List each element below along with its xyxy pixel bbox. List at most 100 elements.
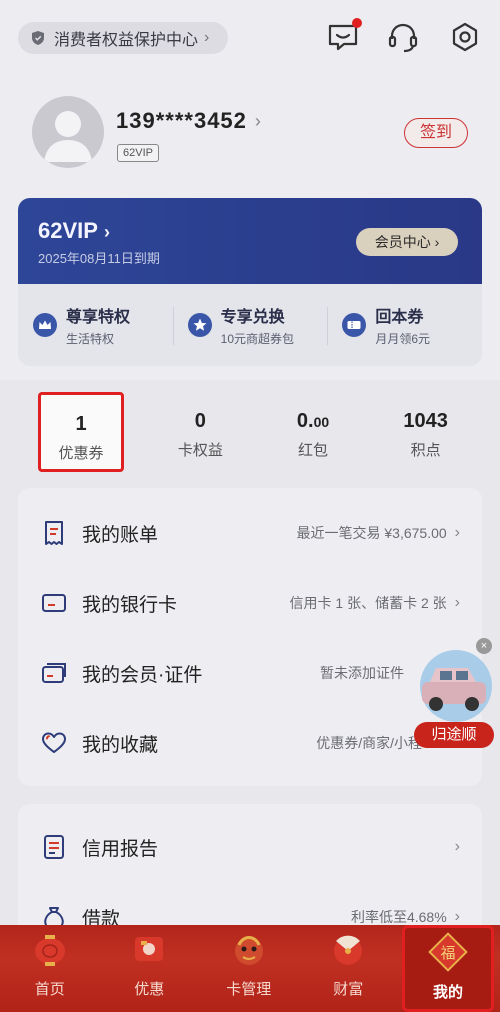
stat-coupons[interactable]: 1 优惠券 xyxy=(38,392,124,472)
fan-icon xyxy=(334,935,363,965)
menu-item-desc-text: 最近一笔交易 ¥3,675.00 xyxy=(296,525,447,541)
menu-item-desc-text: 利率低至4.68% xyxy=(350,909,447,925)
benefit-title: 专享兑换 xyxy=(220,309,285,326)
menu-item-desc: 优惠券/商家/小程 xyxy=(316,733,422,753)
stat-value: 1043 xyxy=(403,410,448,432)
bottom-nav: 首页 优惠 卡管理 财富 福 我的 xyxy=(0,925,500,1012)
menu-item-credit-report[interactable]: 信用报告 › xyxy=(18,812,482,882)
stat-value-main: 0. xyxy=(296,410,314,432)
member-card-icon xyxy=(42,663,66,683)
star-icon xyxy=(187,313,212,337)
notification-dot xyxy=(352,18,362,28)
fu-icon: 福 xyxy=(428,932,468,972)
stat-red-packet[interactable]: 0.00 红包 xyxy=(257,392,370,472)
menu-item-desc: 利率低至4.68% › xyxy=(351,907,460,927)
vip-title-text: 62VIP xyxy=(38,218,98,243)
menu-item-desc-text: 暂未添加证件 xyxy=(320,665,404,681)
nav-label: 卡管理 xyxy=(226,981,272,998)
benefit-subtitle: 月月领6元 xyxy=(375,332,431,346)
chevron-right-icon: › xyxy=(254,110,262,131)
menu-item-bank-card[interactable]: 我的银行卡 信用卡 1 张、储蓄卡 2 张 › xyxy=(18,568,482,638)
settings-icon xyxy=(452,22,478,52)
settings-button[interactable] xyxy=(448,20,482,54)
chevron-right-icon: › xyxy=(103,222,110,242)
report-icon xyxy=(44,835,64,859)
chevron-right-icon: › xyxy=(454,908,460,925)
signin-button[interactable]: 签到 xyxy=(404,118,468,148)
benefit-exchange[interactable]: 专享兑换 10元商超券包 xyxy=(172,303,328,347)
lantern-icon xyxy=(34,935,65,966)
benefit-privilege[interactable]: 尊享特权 生活特权 xyxy=(18,303,173,347)
vip-expire-date: 2025年08月11日到期 xyxy=(38,251,160,266)
heart-icon xyxy=(42,732,66,753)
benefits-bar: 尊享特权 生活特权 专享兑换 10元商超券包 回本券 月月领6元 xyxy=(18,284,482,366)
bank-card-icon xyxy=(42,594,66,612)
floating-ad-label: 归途顺 xyxy=(414,722,494,748)
stat-points[interactable]: 1043 积点 xyxy=(369,392,482,472)
nav-label: 首页 xyxy=(34,981,65,998)
menu-item-desc: 最近一笔交易 ¥3,675.00 › xyxy=(297,523,461,543)
benefit-coupon[interactable]: 回本券 月月领6元 xyxy=(327,303,482,347)
asset-stats: 1 优惠券 0 卡权益 0.00 红包 1043 积点 xyxy=(18,392,482,472)
benefit-title: 尊享特权 xyxy=(66,309,131,326)
stat-label: 红包 xyxy=(298,442,329,459)
message-button[interactable] xyxy=(326,18,362,54)
customer-service-button[interactable] xyxy=(386,20,420,54)
menu-item-desc: 信用卡 1 张、储蓄卡 2 张 › xyxy=(290,593,460,613)
member-center-label: 会员中心 xyxy=(374,234,431,250)
chevron-right-icon: › xyxy=(454,838,460,855)
consumer-protection-label: 消费者权益保护中心 xyxy=(54,32,199,49)
ticket-icon xyxy=(342,313,367,337)
member-center-button[interactable]: 会员中心 › xyxy=(356,228,458,256)
stat-value-decimal: 00 xyxy=(313,414,330,430)
vip-title: 62VIP › xyxy=(38,218,110,244)
user-phone[interactable]: 139****3452 › xyxy=(116,108,262,134)
phone-number: 139****3452 xyxy=(116,108,247,133)
stat-value: 0.00 xyxy=(257,410,370,433)
crown-icon xyxy=(33,313,57,337)
chevron-right-icon: › xyxy=(454,594,460,611)
bill-icon xyxy=(45,521,63,545)
gift-icon xyxy=(135,937,164,961)
close-icon[interactable]: × xyxy=(476,638,492,654)
nav-label: 优惠 xyxy=(134,981,165,998)
nav-label: 我的 xyxy=(432,984,463,1001)
stat-label: 积点 xyxy=(410,442,441,459)
chevron-right-icon: › xyxy=(204,29,210,46)
menu-item-label: 我的会员·证件 xyxy=(82,664,203,686)
nav-home[interactable]: 首页 xyxy=(0,925,100,1012)
nav-offers[interactable]: 优惠 xyxy=(100,925,200,1012)
menu-item-desc: › xyxy=(447,838,460,856)
benefit-title: 回本券 xyxy=(375,309,424,326)
menu-item-bill[interactable]: 我的账单 最近一笔交易 ¥3,675.00 › xyxy=(18,498,482,568)
nav-label: 财富 xyxy=(333,981,364,998)
nav-wealth[interactable]: 财富 xyxy=(299,925,399,1012)
default-avatar-icon xyxy=(44,111,92,162)
nav-mine[interactable]: 福 我的 xyxy=(402,925,494,1012)
customer-service-icon xyxy=(388,23,418,53)
menu-item-label: 我的账单 xyxy=(82,524,159,546)
floating-ad[interactable]: × 归途顺 xyxy=(412,638,496,748)
stat-value: 1 xyxy=(75,413,87,435)
consumer-protection-button[interactable]: 消费者权益保护中心 › xyxy=(18,22,228,54)
menu-item-desc-text: 信用卡 1 张、储蓄卡 2 张 xyxy=(289,595,447,611)
shield-icon xyxy=(32,31,44,45)
stat-label: 优惠券 xyxy=(58,445,104,462)
menu-item-desc: 暂未添加证件 xyxy=(320,663,404,683)
stat-value: 0 xyxy=(194,410,206,432)
svg-text:福: 福 xyxy=(440,944,455,962)
menu-item-label: 我的银行卡 xyxy=(82,594,178,616)
stat-label: 卡权益 xyxy=(177,442,223,459)
vip-card[interactable]: 62VIP › 2025年08月11日到期 会员中心 › xyxy=(18,198,482,284)
avatar[interactable] xyxy=(32,96,104,168)
dragon-icon xyxy=(234,936,263,965)
menu-item-label: 我的收藏 xyxy=(82,734,159,756)
nav-card-management[interactable]: 卡管理 xyxy=(199,925,299,1012)
page: 消费者权益保护中心 › 139****3452 › 62VIP 签到 62VIP… xyxy=(0,0,500,1012)
benefit-subtitle: 生活特权 xyxy=(66,332,115,346)
menu-item-label: 信用报告 xyxy=(82,838,159,860)
menu-item-desc-text: 优惠券/商家/小程 xyxy=(316,735,422,751)
vip-level-badge: 62VIP xyxy=(117,144,159,162)
benefit-subtitle: 10元商超券包 xyxy=(220,332,295,346)
stat-card-benefits[interactable]: 0 卡权益 xyxy=(144,392,257,472)
